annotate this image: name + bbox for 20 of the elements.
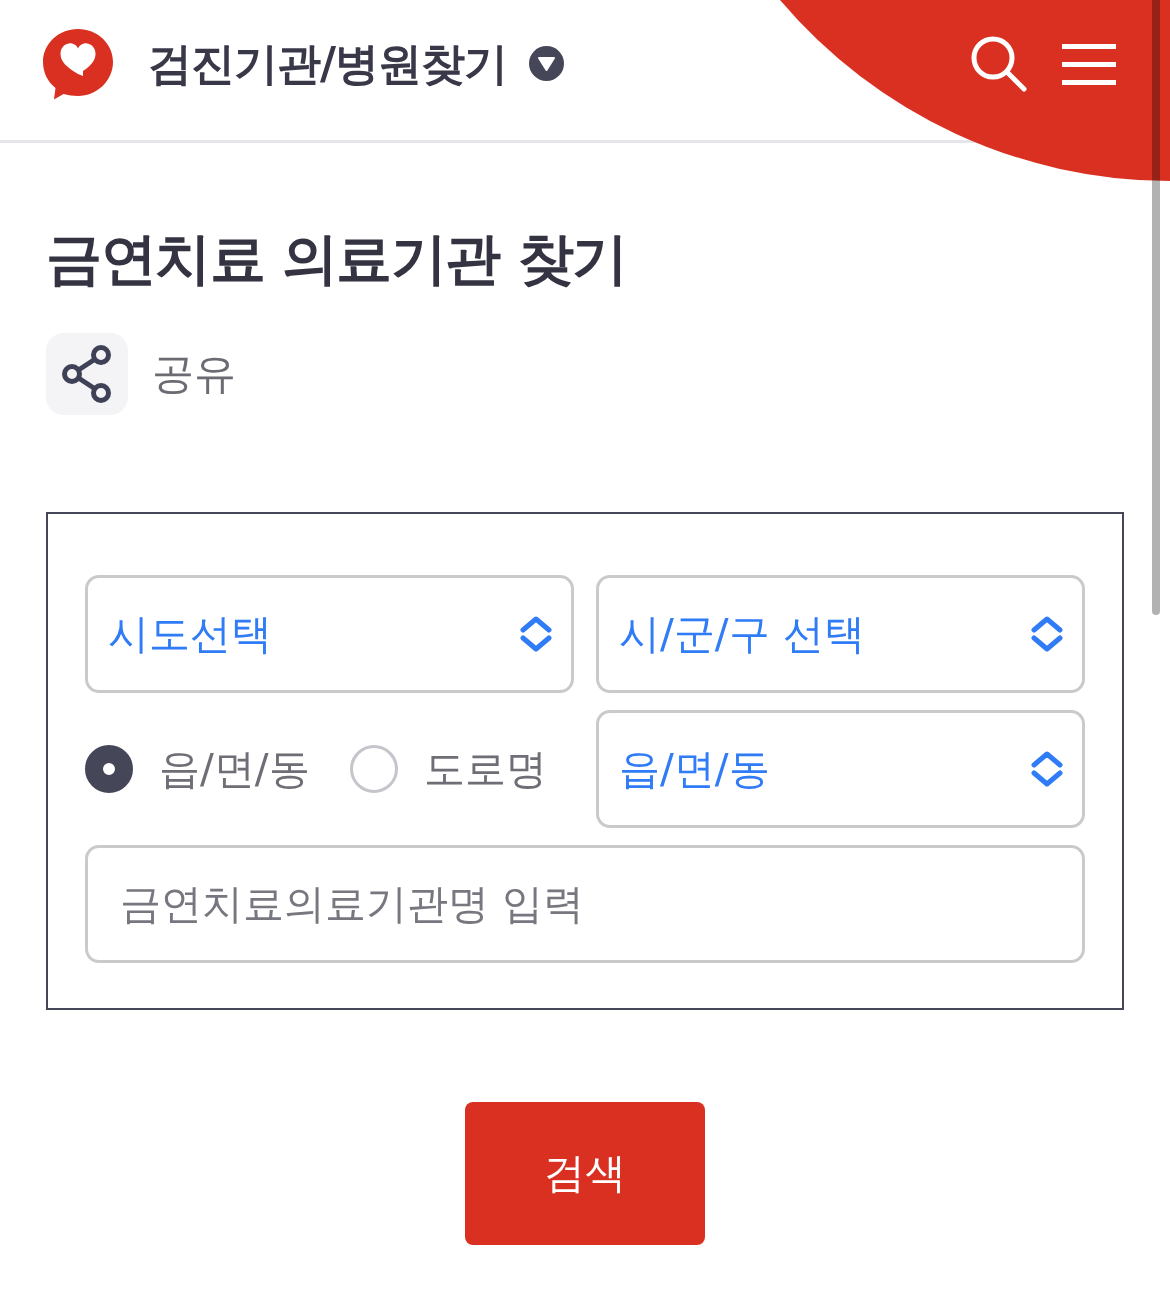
name-search-input[interactable]: 금연치료의료기관명 입력 [85, 845, 1085, 964]
chevron-up-down-icon [520, 616, 552, 653]
title-menu-button[interactable]: 검진기관/병원찾기 [148, 37, 565, 91]
radio-button[interactable] [85, 745, 133, 794]
radio-label[interactable]: 도로명 [423, 744, 547, 794]
share-button[interactable]: 공유 [46, 333, 236, 416]
chevron-up-down-icon [1031, 616, 1063, 653]
search-button[interactable]: 검색 [465, 1102, 705, 1246]
caret-down-icon [529, 46, 565, 82]
page-heading: 금연치료 의료기관 찾기 [46, 225, 628, 293]
scrollbar-thumb[interactable] [1152, 0, 1160, 615]
select-dropdown[interactable]: 시/군/구 선택 [596, 575, 1085, 694]
chevron-up-down-icon [1031, 751, 1063, 788]
menu-icon[interactable] [1062, 43, 1116, 85]
search-icon[interactable] [970, 35, 1028, 93]
share-icon [46, 333, 128, 416]
radio-label[interactable]: 읍/면/동 [159, 744, 310, 794]
select-dropdown[interactable]: 시도선택 [85, 575, 574, 694]
heart-bubble-logo-icon[interactable] [42, 28, 114, 100]
select-dropdown[interactable]: 읍/면/동 [596, 710, 1085, 829]
